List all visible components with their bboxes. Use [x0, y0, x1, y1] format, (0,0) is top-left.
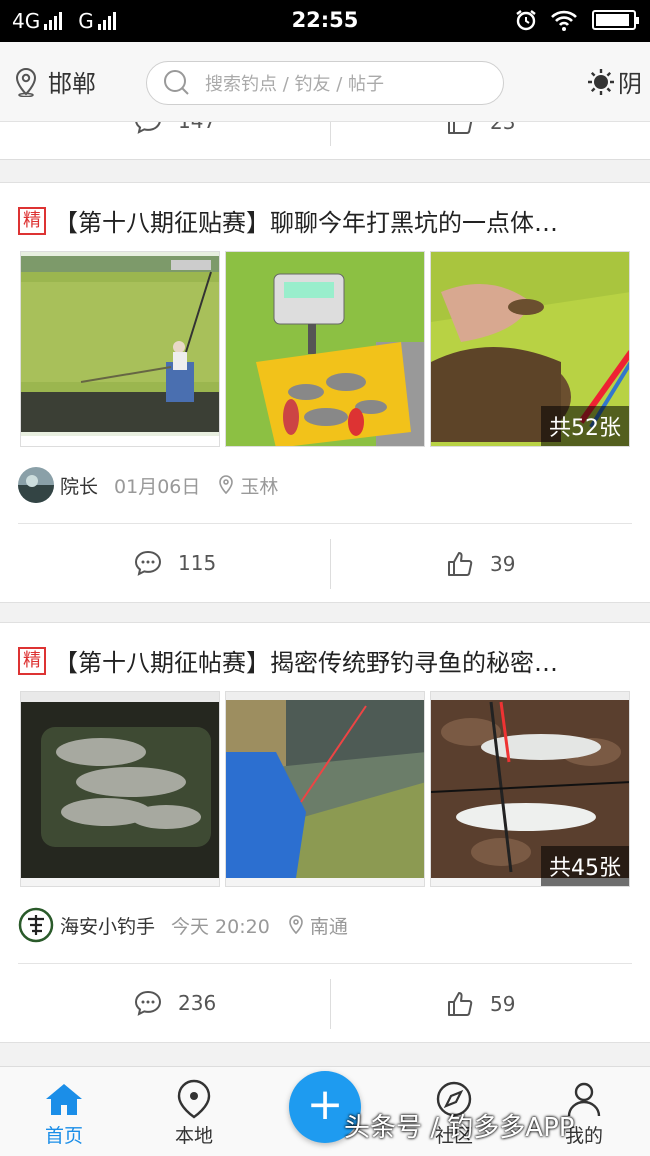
- post-image-1[interactable]: [20, 251, 220, 447]
- divider: [330, 979, 331, 1029]
- watermark: 头条号 / 钓多多APP: [344, 1113, 575, 1143]
- location-pin-icon: [219, 475, 234, 495]
- comment-count: 236: [178, 991, 217, 1015]
- avatar[interactable]: [18, 907, 54, 943]
- post-card[interactable]: 精 【第十八期征贴赛】聊聊今年打黑坑的一点体… 共52张 院长 01月06日 玉…: [0, 182, 650, 603]
- post-meta: 院长 01月06日 玉林: [18, 467, 278, 503]
- post-title-row[interactable]: 精 【第十八期征贴赛】聊聊今年打黑坑的一点体…: [18, 203, 632, 238]
- image-count-badge: 共52张: [541, 406, 629, 446]
- author-name[interactable]: 海安小钓手: [60, 912, 155, 939]
- weather-icon: [588, 68, 614, 95]
- post-images: 共52张: [20, 251, 630, 447]
- post-title[interactable]: 【第十八期征帖赛】揭密传统野钓寻鱼的秘密…: [54, 643, 558, 678]
- like-count: 59: [490, 992, 516, 1016]
- post-location: 玉林: [218, 472, 278, 499]
- image-count-badge: 共45张: [541, 846, 629, 886]
- thumbs-up-icon: [448, 552, 473, 576]
- featured-badge: 精: [18, 646, 46, 675]
- home-icon: [46, 1084, 82, 1115]
- post-date: 今天 20:20: [171, 915, 270, 938]
- post-images: 共45张: [20, 691, 630, 887]
- city-name: 邯郸: [48, 70, 96, 98]
- location-pin-icon: [15, 67, 37, 97]
- divider: [330, 539, 331, 589]
- search-placeholder: 搜索钓点 / 钓友 / 帖子: [205, 74, 385, 95]
- search-icon: [164, 70, 189, 95]
- post-title-row[interactable]: 精 【第十八期征帖赛】揭密传统野钓寻鱼的秘密…: [18, 643, 632, 678]
- wifi-icon: [551, 10, 577, 31]
- comment-button[interactable]: 115: [134, 550, 216, 576]
- thumbs-up-icon: [448, 122, 473, 134]
- post-actions: 236 59: [0, 964, 650, 1044]
- search-bar[interactable]: 搜索钓点 / 钓友 / 帖子: [146, 61, 504, 105]
- post-card[interactable]: 精 【第十八期征帖赛】揭密传统野钓寻鱼的秘密… 共45张 海安小钓手 今天 20…: [0, 622, 650, 1043]
- like-button[interactable]: 23: [446, 122, 515, 136]
- nav-home-label: 首页: [44, 1125, 83, 1147]
- alarm-icon: [516, 10, 536, 31]
- weather-widget[interactable]: 阴: [586, 64, 642, 99]
- nav-home[interactable]: 首页: [24, 1077, 104, 1148]
- location-pin-icon: [289, 915, 303, 935]
- avatar[interactable]: [18, 467, 54, 503]
- post-date: 01月06日: [114, 475, 201, 498]
- city-selector[interactable]: 邯郸: [14, 64, 96, 99]
- post-meta: 海安小钓手 今天 20:20 南通: [18, 907, 348, 943]
- post-actions: 115 39: [0, 524, 650, 604]
- status-bar: 4G G 22:55: [0, 0, 650, 42]
- location-label: 南通: [309, 915, 348, 938]
- comment-count: 147: [178, 122, 216, 133]
- comment-count: 115: [178, 551, 217, 575]
- post-title[interactable]: 【第十八期征贴赛】聊聊今年打黑坑的一点体…: [54, 203, 558, 238]
- comment-button[interactable]: 147: [134, 122, 216, 134]
- comment-icon: [134, 550, 162, 576]
- comment-icon: [135, 122, 161, 134]
- location-pin-icon: [177, 1079, 211, 1119]
- location-label: 玉林: [240, 475, 279, 498]
- nav-local-label: 本地: [174, 1125, 213, 1147]
- thumbs-up-icon: [448, 992, 473, 1016]
- battery-icon: [592, 10, 639, 30]
- post-image-1[interactable]: [20, 691, 220, 887]
- like-count: 39: [490, 552, 516, 576]
- nav-local[interactable]: 本地: [154, 1077, 234, 1148]
- previous-post-actions: 147 23: [0, 122, 650, 160]
- like-count: 23: [490, 122, 516, 134]
- like-button[interactable]: 39: [446, 550, 515, 578]
- post-image-3[interactable]: 共45张: [430, 691, 630, 887]
- post-image-2[interactable]: [225, 691, 425, 887]
- post-image-2[interactable]: [225, 251, 425, 447]
- featured-badge: 精: [18, 206, 46, 235]
- post-image-3[interactable]: 共52张: [430, 251, 630, 447]
- comment-button[interactable]: 236: [134, 990, 216, 1016]
- comment-icon: [134, 990, 162, 1016]
- post-location: 南通: [288, 912, 348, 939]
- top-header: 邯郸 搜索钓点 / 钓友 / 帖子 阴: [0, 42, 650, 122]
- author-name[interactable]: 院长: [60, 472, 98, 499]
- weather-label: 阴: [618, 70, 642, 98]
- divider: [330, 122, 331, 146]
- like-button[interactable]: 59: [446, 990, 515, 1018]
